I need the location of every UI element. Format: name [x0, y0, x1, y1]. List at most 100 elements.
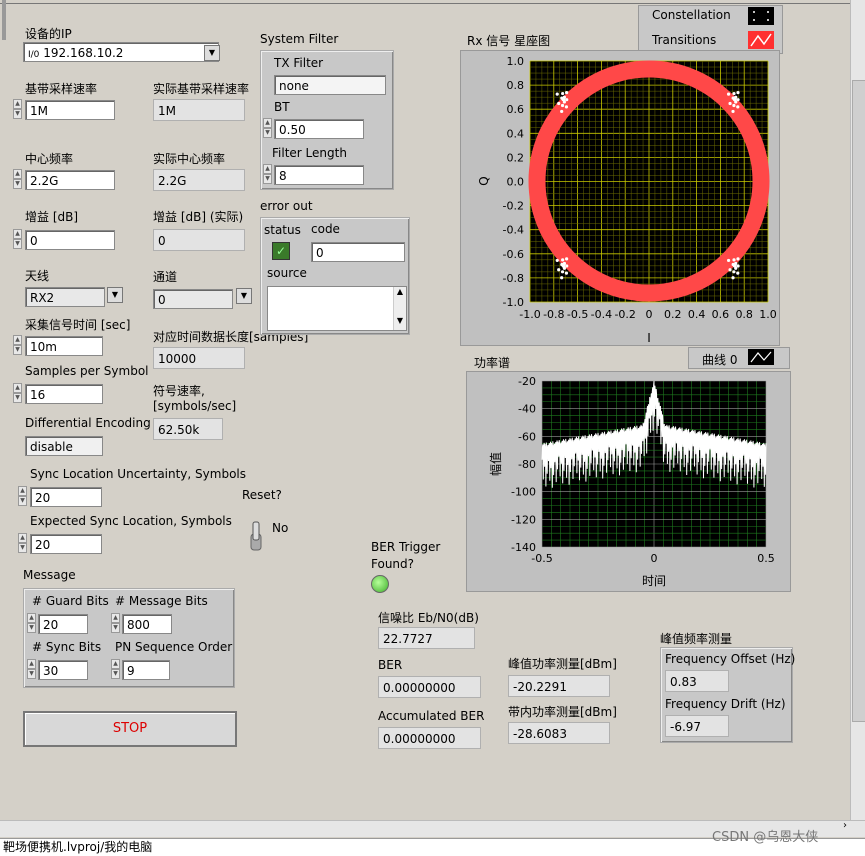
antenna-dropdown-icon[interactable]: ▼ — [107, 287, 123, 303]
antenna-select[interactable]: RX2 — [25, 287, 105, 307]
constellation-point — [732, 103, 736, 108]
bt-input[interactable]: 0.50 — [274, 119, 364, 139]
legend-transitions-label: Transitions — [652, 33, 717, 47]
constellation-point — [731, 96, 735, 100]
sync-uncertainty-input[interactable]: 20 — [30, 487, 102, 507]
sync-uncertainty-spinner-icon[interactable]: ▲ ▼ — [18, 486, 27, 508]
expected-sync-input[interactable]: 20 — [30, 534, 102, 554]
spectrum-legend-swatch[interactable] — [748, 349, 774, 365]
gain-spinner-icon[interactable]: ▲ ▼ — [13, 229, 22, 251]
channel-dropdown-icon[interactable]: ▼ — [236, 288, 252, 304]
reset-value: No — [272, 521, 289, 535]
diff-encoding-select[interactable]: disable — [25, 436, 103, 456]
scroll-right-icon[interactable]: › — [838, 820, 852, 836]
vertical-scrollbar-thumb[interactable] — [852, 80, 865, 722]
constellation-point — [732, 270, 736, 274]
filter-length-input[interactable]: 8 — [274, 165, 364, 185]
channel-select[interactable]: 0 — [153, 289, 233, 309]
constellation-xtick: -0.8 — [543, 308, 564, 321]
device-ip-dropdown-icon[interactable]: ▼ — [204, 45, 220, 61]
constellation-plot[interactable]: -1.0 -0.8 -0.5 -0.4 -0.2 0 0.2 0.4 0.6 0.8 1.01.00… — [460, 50, 778, 344]
filter-length-spinner-icon[interactable]: ▲ ▼ — [263, 164, 272, 186]
constellation-point — [731, 262, 735, 267]
gain-input[interactable]: 0 — [25, 230, 115, 250]
error-out-label: error out — [260, 199, 313, 213]
constellation-point — [557, 101, 561, 106]
constellation-point — [736, 257, 740, 261]
constellation-point — [565, 257, 569, 261]
constellation-point — [565, 90, 569, 95]
constellation-point — [732, 258, 736, 262]
constellation-point — [555, 258, 559, 263]
center-freq-input[interactable]: 2.2G — [25, 170, 115, 190]
constellation-point — [560, 270, 565, 274]
expected-sync-spinner-icon[interactable]: ▲ ▼ — [18, 533, 27, 555]
constellation-point — [560, 96, 564, 100]
symbol-rate-unit-label: [symbols/sec] — [153, 399, 237, 413]
legend-transitions-swatch[interactable] — [748, 31, 774, 49]
constellation-xtick: 0 — [646, 308, 653, 321]
pn-order-spinner-icon[interactable]: ▲ ▼ — [111, 659, 120, 681]
constellation-point — [564, 105, 569, 109]
constellation-xtick: -1.0 — [519, 308, 540, 321]
constellation-ytick: -1.0 — [503, 296, 524, 309]
constellation-point — [736, 90, 740, 95]
message-bits-spinner-icon[interactable]: ▲ ▼ — [111, 613, 120, 635]
constellation-xtick: -0.5 — [567, 308, 588, 321]
samples-per-symbol-input[interactable]: 16 — [25, 384, 103, 404]
spectrum-xtick: 0 — [651, 552, 658, 565]
accum-ber-value: 0.00000000 — [378, 727, 481, 749]
top-border — [0, 0, 860, 4]
tx-filter-select[interactable]: none — [274, 75, 386, 95]
constellation-point — [565, 264, 569, 268]
peak-power-label: 峰值功率测量[dBm] — [508, 657, 617, 671]
error-source-scrollbar[interactable]: ▲ ▼ — [393, 287, 406, 330]
filter-length-label: Filter Length — [272, 146, 347, 160]
capture-time-spinner-icon[interactable]: ▲ ▼ — [13, 335, 22, 357]
constellation-point — [726, 92, 731, 96]
spectrum-plot[interactable]: -0.5 0 0.5-20-40-60-80-100-120-140 幅值 时间 — [466, 371, 789, 590]
vertical-scrollbar[interactable] — [850, 0, 865, 820]
constellation-ytick: 0.2 — [507, 151, 525, 164]
sync-bits-spinner-icon[interactable]: ▲ ▼ — [27, 659, 36, 681]
guard-bits-input[interactable]: 20 — [38, 614, 88, 634]
legend-constellation-swatch[interactable] — [748, 7, 774, 25]
device-ip-field[interactable]: I/0 192.168.10.2 — [23, 42, 219, 62]
samples-per-symbol-label: Samples per Symbol — [25, 364, 149, 378]
baseband-rate-input[interactable]: 1M — [25, 100, 115, 120]
message-bits-input[interactable]: 800 — [122, 614, 172, 634]
constellation-point — [555, 92, 559, 96]
constellation-point — [731, 109, 735, 114]
constellation-xtick: 0.4 — [688, 308, 706, 321]
baseband-rate-spinner-icon[interactable]: ▲ ▼ — [13, 99, 22, 121]
samples-length-value: 10000 — [153, 347, 245, 369]
symbol-rate-label: 符号速率, — [153, 384, 205, 398]
samples-per-symbol-spinner-icon[interactable]: ▲ ▼ — [13, 383, 22, 405]
constellation-point — [732, 91, 736, 96]
sync-bits-input[interactable]: 30 — [38, 660, 88, 680]
constellation-point — [557, 268, 561, 272]
peak-power-value: -20.2291 — [508, 675, 610, 697]
capture-time-input[interactable]: 10m — [25, 336, 103, 356]
error-source-label: source — [267, 266, 307, 280]
bt-spinner-icon[interactable]: ▲ ▼ — [263, 118, 272, 140]
freq-drift-value: -6.97 — [665, 715, 729, 737]
reset-toggle[interactable] — [248, 520, 264, 552]
snr-value: 22.7727 — [378, 627, 475, 649]
device-ip-value: 192.168.10.2 — [43, 46, 124, 60]
symbol-rate-value: 62.50k — [153, 418, 223, 440]
guard-bits-spinner-icon[interactable]: ▲ ▼ — [27, 613, 36, 635]
pn-order-input[interactable]: 9 — [122, 660, 170, 680]
stop-button[interactable]: STOP — [23, 711, 237, 747]
constellation-point — [561, 258, 565, 262]
spectrum-ytick: -20 — [518, 375, 536, 388]
center-freq-spinner-icon[interactable]: ▲ ▼ — [13, 169, 22, 191]
capture-time-label: 采集信号时间 [sec] — [25, 318, 131, 332]
left-edge — [2, 0, 6, 40]
constellation-xtick: 0.6 — [712, 308, 730, 321]
constellation-point — [726, 258, 731, 263]
ber-trigger-label: BER Trigger — [371, 540, 441, 554]
constellation-xtick: 0.8 — [735, 308, 753, 321]
spectrum-legend-label: 曲线 0 — [702, 353, 738, 367]
spectrum-ytick: -80 — [518, 458, 536, 471]
